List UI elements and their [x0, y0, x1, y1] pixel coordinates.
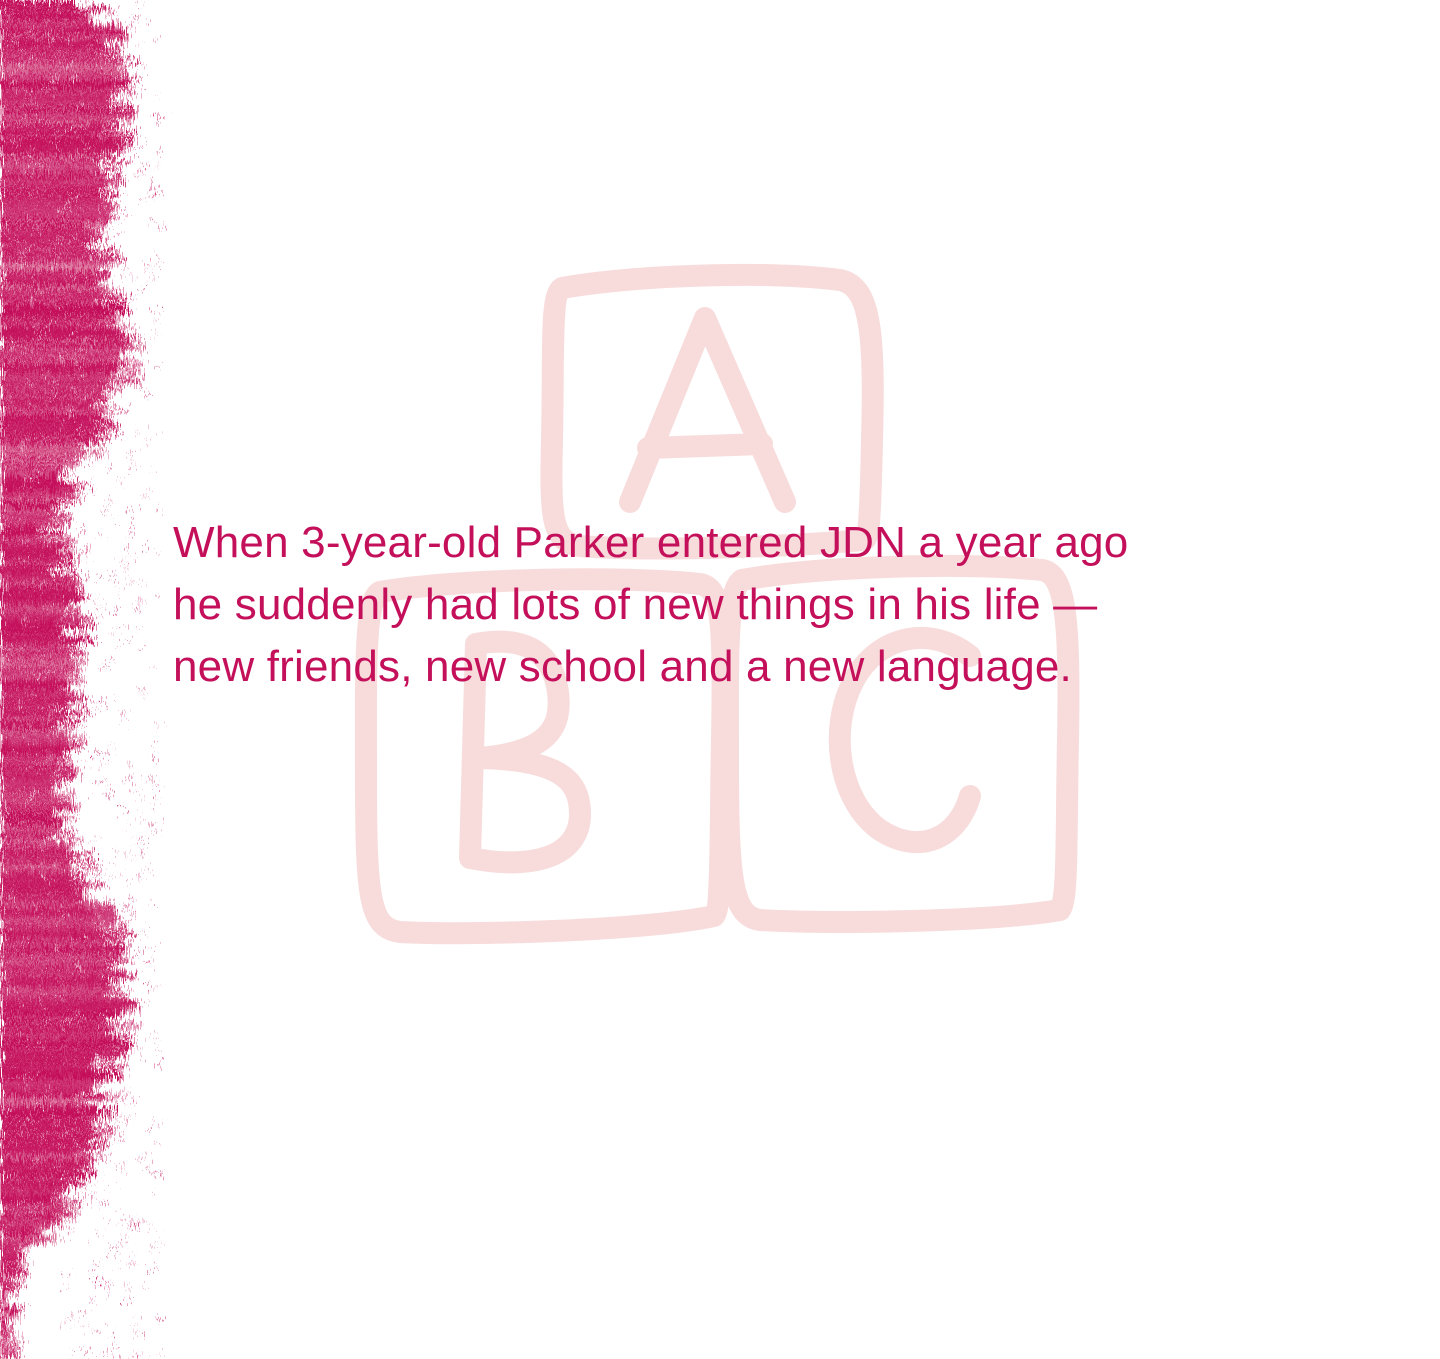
letter-a-icon: [619, 307, 796, 513]
intro-line-1: When 3-year-old Parker entered JDN a yea…: [173, 518, 1129, 567]
intro-line-3: new friends, new school and a new langua…: [173, 642, 1072, 691]
intro-line-2: he suddenly had lots of new things in hi…: [173, 580, 1098, 629]
crayon-texture-band: [0, 0, 164, 1359]
intro-quote: When 3-year-old Parker entered JDN a yea…: [173, 512, 1333, 698]
story-page: When 3-year-old Parker entered JDN a yea…: [0, 0, 1440, 1359]
